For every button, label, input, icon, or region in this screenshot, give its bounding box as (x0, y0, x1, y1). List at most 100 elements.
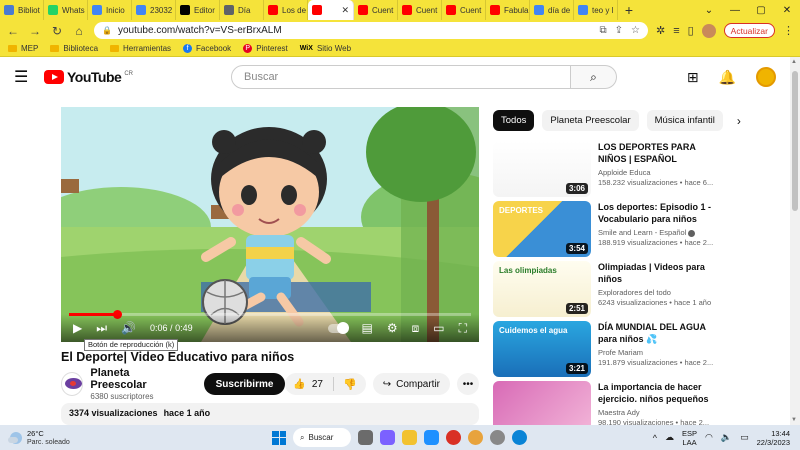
recommended-video[interactable]: DEPORTES 3:54 Los deportes: Episodio 1 - V… (493, 201, 793, 257)
new-tab-button[interactable]: + (618, 2, 640, 18)
extensions-icon[interactable]: ✲ (656, 24, 665, 37)
bookmark-item[interactable]: f Facebook (183, 44, 231, 53)
clock[interactable]: 13:44 22/3/2023 (757, 429, 790, 447)
next-icon[interactable]: ⏭ (96, 321, 107, 336)
browser-tab[interactable]: teo y l (574, 0, 618, 20)
profile-avatar[interactable] (701, 23, 716, 38)
lock-icon[interactable]: 🔒 (102, 26, 112, 35)
video-thumbnail[interactable]: DEPORTES 3:54 (493, 201, 591, 257)
home-icon[interactable]: ⌂ (72, 24, 86, 38)
recommended-channel[interactable]: Smile and Learn - Español (598, 228, 686, 237)
dislike-button[interactable]: 👎 (334, 378, 366, 391)
search-button[interactable]: ⌕ (570, 65, 617, 89)
browser-tab[interactable]: Whats (44, 0, 88, 20)
notifications-bell-icon[interactable]: 🔔 (719, 69, 736, 86)
recommended-channel[interactable]: Maestra Ady (598, 408, 640, 417)
recommended-title[interactable]: Los deportes: Episodio 1 - Vocabulario p… (598, 201, 716, 225)
windows-start-icon[interactable] (272, 430, 286, 445)
chevron-right-icon[interactable]: › (737, 114, 741, 128)
battery-icon[interactable]: ▭ (740, 432, 749, 443)
browser-tab[interactable]: Día (220, 0, 264, 20)
recommended-video[interactable]: Las olimpiadas 2:51 Olimpiadas | Videos pa… (493, 261, 793, 317)
browser-tab[interactable]: Editor (176, 0, 220, 20)
chrome-profile-icon[interactable] (468, 430, 483, 445)
youtube-logo[interactable]: YouTube CR (44, 69, 133, 85)
fullscreen-icon[interactable]: ⛶ (459, 321, 467, 336)
recommended-title[interactable]: DÍA MUNDIAL DEL AGUA para niños 💦 (598, 321, 716, 345)
bookmark-item[interactable]: P Pinterest (243, 44, 288, 53)
browser-tab[interactable]: 23032 (132, 0, 176, 20)
browser-tab[interactable]: Inicio (88, 0, 132, 20)
filter-chip[interactable]: Todos (493, 110, 535, 131)
minimize-icon[interactable]: — (722, 5, 748, 16)
play-icon[interactable]: ▶ (73, 321, 82, 335)
menu-icon[interactable]: ☰ (14, 67, 32, 87)
video-thumbnail[interactable]: 3:06 (493, 141, 591, 197)
account-avatar[interactable] (756, 67, 776, 87)
subtitles-icon[interactable]: ▤ (362, 321, 373, 335)
video-player[interactable]: ▶ ⏭ 🔊 0:06 / 0:49 ▤ ⚙ ⧈ ▭ ⛶ (61, 107, 479, 342)
url-text[interactable]: youtube.com/watch?v=VS-erBrxALM (118, 25, 282, 36)
bookmark-item[interactable]: Biblioteca (50, 44, 98, 53)
browser-tab[interactable]: Fabula (486, 0, 530, 20)
volume-icon[interactable]: 🔊 (121, 321, 136, 335)
back-icon[interactable]: ← (6, 24, 20, 38)
chrome-icon[interactable] (446, 430, 461, 445)
browser-tab[interactable]: Bibliot (0, 0, 44, 20)
description-box[interactable]: 3374 visualizaciones hace 1 año (61, 403, 479, 425)
maximize-icon[interactable]: ▢ (748, 5, 774, 16)
browser-tab[interactable]: día de (530, 0, 574, 20)
task-view-icon[interactable] (358, 430, 373, 445)
settings-gear-icon[interactable]: ⚙ (387, 321, 398, 335)
teams-chat-icon[interactable] (380, 430, 395, 445)
video-thumbnail[interactable]: Las olimpiadas 2:51 (493, 261, 591, 317)
tab-close-icon[interactable]: ✕ (341, 5, 349, 16)
more-actions-button[interactable]: ••• (457, 373, 479, 395)
install-icon[interactable]: ⧉ (599, 25, 606, 36)
tray-chevron-icon[interactable]: ^ (653, 433, 657, 443)
forward-icon[interactable]: → (28, 24, 42, 38)
video-thumbnail[interactable]: Cuidemos el agua 3:21 (493, 321, 591, 377)
search-input[interactable] (230, 65, 571, 89)
cloud-icon[interactable]: ☁ (665, 432, 674, 443)
chrome-alt-icon[interactable] (490, 430, 505, 445)
autoplay-toggle[interactable] (327, 321, 349, 334)
channel-name[interactable]: Planeta Preescolar (90, 367, 181, 391)
reload-icon[interactable]: ↻ (50, 24, 64, 38)
recommended-video[interactable]: 3:06 LOS DEPORTES PARA NIÑOS | ESPAÑOL App… (493, 141, 793, 197)
theater-mode-icon[interactable]: ▭ (433, 321, 444, 335)
filter-chip[interactable]: Planeta Preescolar (542, 110, 639, 131)
taskbar-search[interactable]: ⌕ Buscar (293, 428, 351, 447)
weather-widget[interactable]: 26°C Parc. soleado (8, 429, 70, 447)
store-icon[interactable] (424, 430, 439, 445)
recommended-title[interactable]: Olimpiadas | Videos para niños (598, 261, 716, 285)
update-button[interactable]: Actualizar (723, 23, 775, 38)
bookmark-item[interactable]: MEP (8, 44, 38, 53)
share-page-icon[interactable]: ⇪ (615, 25, 623, 36)
bookmark-item[interactable]: Herramientas (110, 44, 171, 53)
browser-tab[interactable]: Cuent (442, 0, 486, 20)
subscribe-button[interactable]: Suscribirme (203, 373, 286, 395)
recommended-channel[interactable]: Profe Mariam (598, 348, 643, 357)
bookmark-star-icon[interactable]: ☆ (631, 25, 640, 36)
browser-menu-icon[interactable]: ⋮ (783, 24, 794, 37)
miniplayer-icon[interactable]: ⧈ (412, 321, 420, 336)
like-button[interactable]: 👍 27 (285, 377, 334, 391)
close-icon[interactable]: ✕ (774, 5, 800, 16)
edge-icon[interactable] (512, 430, 527, 445)
scroll-up-icon[interactable]: ▲ (791, 59, 797, 65)
language-indicator[interactable]: ESP LAA (682, 429, 697, 447)
omnibox[interactable]: 🔒 youtube.com/watch?v=VS-erBrxALM ⧉ ⇪ ☆ (94, 22, 648, 39)
bookmark-item[interactable]: WiX Sitio Web (300, 44, 351, 53)
browser-tab[interactable]: Cuent (398, 0, 442, 20)
recommended-video[interactable]: Cuidemos el agua 3:21 DÍA MUNDIAL DEL AGUA… (493, 321, 793, 377)
speaker-icon[interactable]: 🔈 (721, 432, 732, 443)
recommended-channel[interactable]: Apploide Educa (598, 168, 651, 177)
wifi-icon[interactable]: ◠ (705, 432, 713, 443)
browser-tab[interactable]: ✕ (308, 0, 354, 20)
channel-avatar[interactable] (61, 372, 84, 396)
file-explorer-icon[interactable] (402, 430, 417, 445)
chevron-down-icon[interactable]: ⌄ (696, 5, 722, 16)
recommended-channel[interactable]: Exploradores del todo (598, 288, 671, 297)
reading-list-icon[interactable]: ≡ (673, 25, 679, 37)
